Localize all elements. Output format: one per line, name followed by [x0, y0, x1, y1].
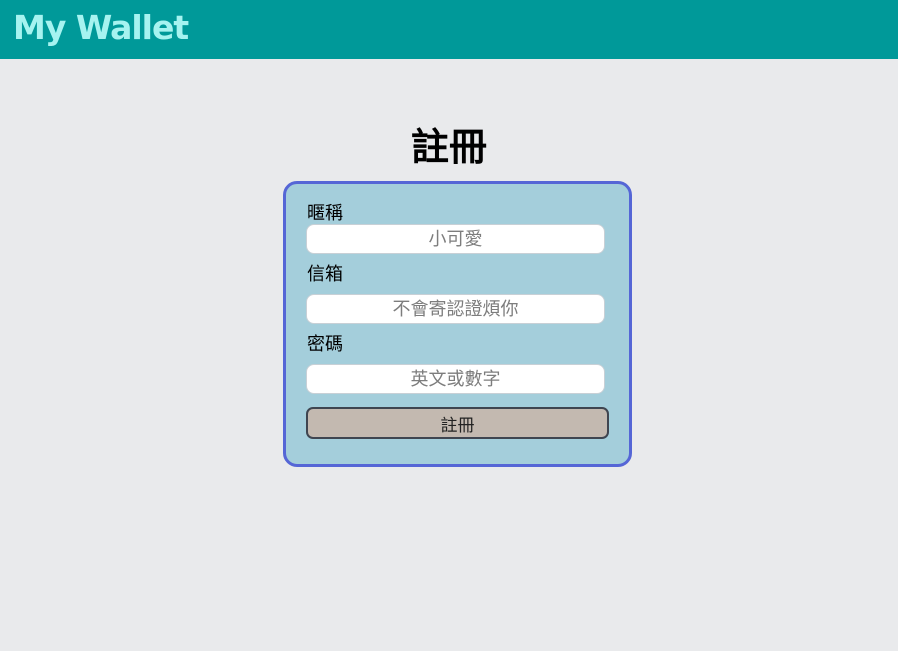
- brand-logo-text[interactable]: My Wallet: [13, 8, 189, 48]
- page-title: 註冊: [410, 125, 487, 169]
- register-button[interactable]: 註冊: [306, 407, 609, 439]
- nickname-input[interactable]: [306, 224, 605, 254]
- register-form: 暱稱 信箱 密碼 註冊: [283, 181, 632, 467]
- password-input[interactable]: [306, 364, 605, 394]
- email-label: 信箱: [307, 264, 343, 285]
- email-input[interactable]: [306, 294, 605, 324]
- top-navbar: My Wallet: [0, 0, 898, 59]
- password-label: 密碼: [307, 334, 343, 355]
- nickname-label: 暱稱: [307, 203, 343, 224]
